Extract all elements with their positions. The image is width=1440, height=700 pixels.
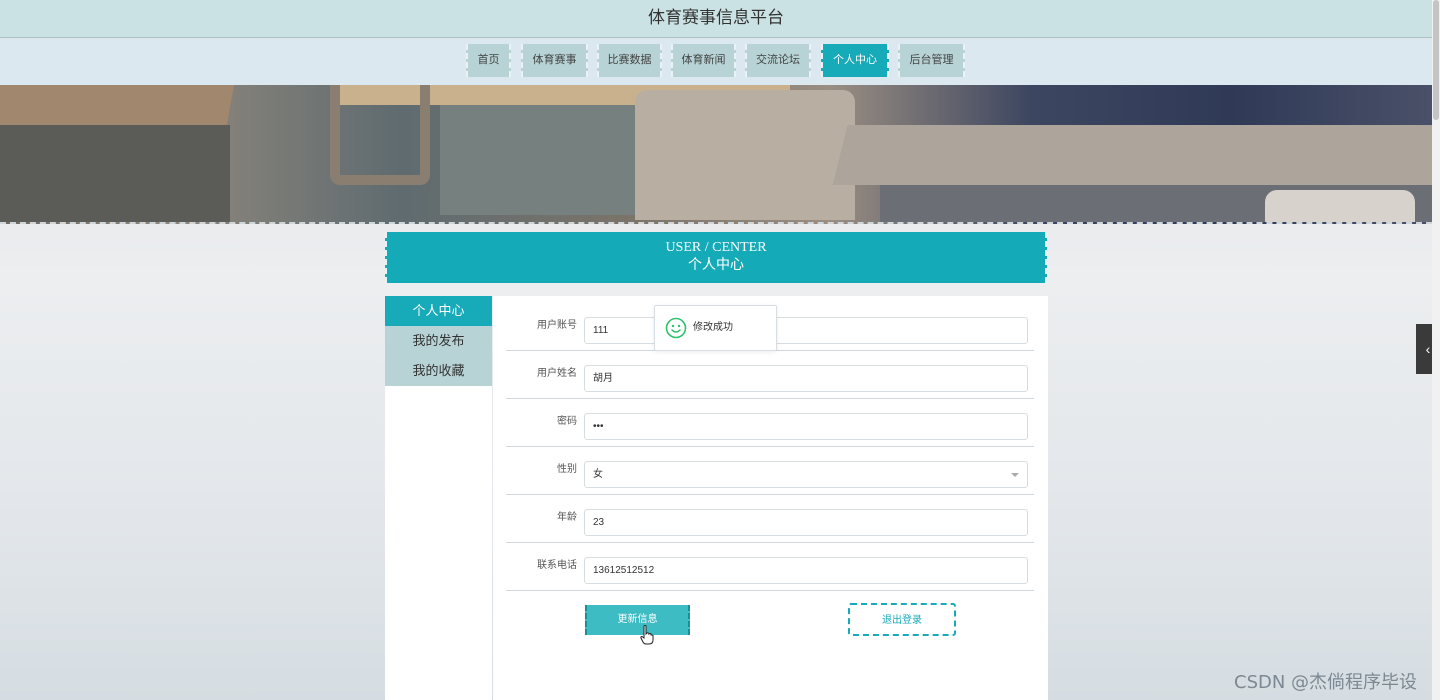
hand-cursor-icon xyxy=(640,625,654,645)
section-header-en: USER / CENTER xyxy=(665,240,767,255)
side-menu-background xyxy=(385,386,492,700)
account-input[interactable]: 111 xyxy=(584,317,1028,344)
banner-image xyxy=(0,85,1432,224)
form-row-password: 密码 ••• xyxy=(506,399,1034,447)
site-title: 体育赛事信息平台 xyxy=(0,0,1432,38)
password-input[interactable]: ••• xyxy=(584,413,1028,440)
success-toast: 修改成功 xyxy=(654,305,777,351)
form-row-name: 用户姓名 胡月 xyxy=(506,351,1034,399)
nav-admin[interactable]: 后台管理 xyxy=(898,44,965,77)
chevron-down-icon xyxy=(1011,473,1019,477)
name-label: 用户姓名 xyxy=(537,368,577,379)
gender-value: 女 xyxy=(593,469,603,480)
user-side-menu: 个人中心 我的发布 我的收藏 xyxy=(385,296,492,386)
nav-personal-center[interactable]: 个人中心 xyxy=(821,44,889,77)
account-label: 用户账号 xyxy=(537,320,577,331)
update-info-button[interactable]: 更新信息 xyxy=(585,605,690,635)
name-input[interactable]: 胡月 xyxy=(584,365,1028,392)
main-nav: 首页 体育赛事 比赛数据 体育新闻 交流论坛 个人中心 后台管理 xyxy=(0,39,1432,85)
smile-icon xyxy=(665,317,687,339)
menu-item-personal-center[interactable]: 个人中心 xyxy=(385,296,492,326)
form-row-age: 年龄 23 xyxy=(506,495,1034,543)
nav-sports-news[interactable]: 体育新闻 xyxy=(671,44,736,77)
nav-forum[interactable]: 交流论坛 xyxy=(745,44,811,77)
form-row-gender: 性别 女 xyxy=(506,447,1034,495)
menu-item-my-posts[interactable]: 我的发布 xyxy=(385,326,492,356)
gender-label: 性别 xyxy=(557,464,577,475)
section-header-zh: 个人中心 xyxy=(688,258,744,273)
nav-match-data[interactable]: 比赛数据 xyxy=(597,44,662,77)
watermark: CSDN @杰倘程序毕设 xyxy=(1234,672,1418,693)
nav-home[interactable]: 首页 xyxy=(466,44,511,77)
phone-input[interactable]: 13612512512 xyxy=(584,557,1028,584)
toast-message: 修改成功 xyxy=(693,322,733,333)
nav-sports-events[interactable]: 体育赛事 xyxy=(521,44,588,77)
logout-button[interactable]: 退出登录 xyxy=(848,603,956,636)
form-row-phone: 联系电话 13612512512 xyxy=(506,543,1034,591)
gender-select[interactable]: 女 xyxy=(584,461,1028,488)
phone-label: 联系电话 xyxy=(537,560,577,571)
profile-form: 用户账号 111 用户姓名 胡月 密码 ••• 性别 女 年龄 23 联系电话 … xyxy=(493,296,1048,700)
password-label: 密码 xyxy=(557,416,577,427)
section-header: USER / CENTER 个人中心 xyxy=(385,232,1047,283)
age-input[interactable]: 23 xyxy=(584,509,1028,536)
scrollbar-thumb[interactable] xyxy=(1433,0,1439,120)
menu-item-my-favorites[interactable]: 我的收藏 xyxy=(385,356,492,386)
age-label: 年龄 xyxy=(557,512,577,523)
